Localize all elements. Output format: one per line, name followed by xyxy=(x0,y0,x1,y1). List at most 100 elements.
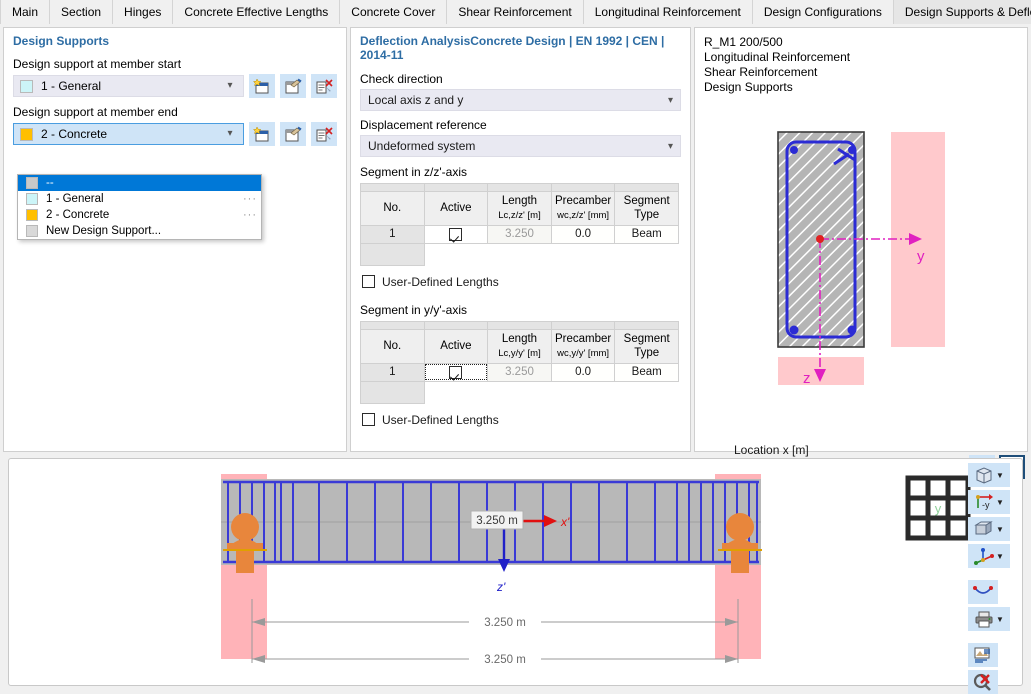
svg-text:-y: -y xyxy=(982,500,990,510)
dropdown-item-label: 2 - Concrete xyxy=(46,209,110,221)
active-checkbox[interactable] xyxy=(449,365,463,379)
new-design-support-start-button[interactable] xyxy=(249,74,275,98)
dropdown-item-ellipsis[interactable]: ··· xyxy=(243,209,257,221)
tab-label: Design Configurations xyxy=(763,5,882,19)
cell-segment-type[interactable]: Beam xyxy=(614,224,679,244)
cell-active[interactable] xyxy=(423,224,489,244)
segment-y-table[interactable]: No. Active Length Lc,y/y' [m] Precamber … xyxy=(360,320,679,404)
member-start-combo[interactable]: 1 - General ▾ xyxy=(13,75,244,97)
edit-design-support-start-button[interactable] xyxy=(280,74,306,98)
panel-title: Design Supports xyxy=(13,34,110,48)
member-end-label: Design support at member end xyxy=(13,105,178,119)
col-header-precamber-unit: wc,z/z' [mm] xyxy=(557,210,610,222)
color-swatch xyxy=(26,177,38,189)
tab-hinges[interactable]: Hinges xyxy=(113,0,174,24)
chevron-down-icon[interactable]: ▼ xyxy=(996,615,1004,624)
tab-design-supports-deflection[interactable]: Design Supports & Deflection xyxy=(893,0,1031,24)
axis-x-label: x' xyxy=(560,515,570,529)
length-tooltip: 3.250 m xyxy=(470,510,524,530)
displacement-reference-combo[interactable]: Undeformed system ▾ xyxy=(360,135,681,157)
model-viewport[interactable]: x' z' 3.250 m 3.250 m 3.250 m y ▼ -y ▼ ▼… xyxy=(8,458,1023,694)
col-header-active: Active xyxy=(423,328,489,364)
dropdown-item-label: 1 - General xyxy=(46,193,104,205)
check-direction-label: Check direction xyxy=(360,72,443,86)
col-header-no: No. xyxy=(360,328,425,364)
title-part-a: Deflection Analysis xyxy=(360,34,471,48)
design-supports-panel: Design Supports Design support at member… xyxy=(3,27,347,452)
chevron-down-icon[interactable]: ▼ xyxy=(996,552,1004,561)
tab-longitudinal-reinforcement[interactable]: Longitudinal Reinforcement xyxy=(583,0,753,24)
view-cube-button[interactable]: ▼ xyxy=(968,463,1010,487)
member-end-combo[interactable]: 2 - Concrete ▾ xyxy=(13,123,244,145)
user-defined-lengths-y-checkbox[interactable] xyxy=(362,413,375,426)
tab-shear-reinforcement[interactable]: Shear Reinforcement xyxy=(447,0,584,24)
render-mode-button[interactable]: ▼ xyxy=(968,517,1010,541)
table-row[interactable]: 1 3.250 0.0 Beam xyxy=(360,362,679,382)
panels-container: Design Supports Design support at member… xyxy=(0,27,1031,483)
beam-model-svg[interactable]: x' z' 3.250 m 3.250 m 3.250 m y xyxy=(9,459,1022,685)
table-empty-row[interactable] xyxy=(360,242,679,266)
segment-z-table[interactable]: No. Active Length Lc,z/z' [m] Precamber … xyxy=(360,183,679,266)
cross-section-drawing[interactable]: y z xyxy=(777,129,997,402)
tab-bar[interactable]: Main Section Hinges Concrete Effective L… xyxy=(0,0,1031,24)
tab-label: Longitudinal Reinforcement xyxy=(594,5,741,19)
section-info-list: R_M1 200/500 Longitudinal Reinforcement … xyxy=(695,28,1027,95)
col-header-length-unit: Lc,z/z' [m] xyxy=(498,210,541,222)
user-defined-lengths-y-label: User-Defined Lengths xyxy=(382,412,499,427)
section-info-line: Design Supports xyxy=(704,80,793,94)
tab-design-configurations[interactable]: Design Configurations xyxy=(752,0,894,24)
cell-active[interactable] xyxy=(423,362,489,382)
delete-design-support-end-button[interactable] xyxy=(311,122,337,146)
print-button[interactable]: ▼ xyxy=(968,607,1010,631)
tab-section[interactable]: Section xyxy=(50,0,114,24)
member-start-value: 1 - General xyxy=(41,79,102,93)
cell-length[interactable]: 3.250 xyxy=(487,224,552,244)
viewport-toolbar[interactable]: ▼ -y ▼ ▼ ▼ ▼ xyxy=(968,463,1020,694)
cell-precamber[interactable]: 0.0 xyxy=(550,362,616,382)
coordinate-axes-button[interactable]: ▼ xyxy=(968,544,1010,568)
chevron-down-icon[interactable]: ▼ xyxy=(996,525,1004,534)
dropdown-item-ellipsis[interactable]: ··· xyxy=(243,193,257,205)
member-end-value: 2 - Concrete xyxy=(41,127,108,141)
close-view-button[interactable] xyxy=(968,670,998,694)
axis-minus-y-button[interactable]: -y ▼ xyxy=(968,490,1010,514)
color-swatch xyxy=(26,225,38,237)
col-header-active: Active xyxy=(423,191,489,226)
cell-precamber[interactable]: 0.0 xyxy=(550,224,616,244)
chevron-down-icon: ▾ xyxy=(227,128,233,139)
edit-design-support-end-button[interactable] xyxy=(280,122,306,146)
tab-concrete-effective-lengths[interactable]: Concrete Effective Lengths xyxy=(173,0,341,24)
rebar xyxy=(790,146,798,154)
user-defined-lengths-z-checkbox[interactable] xyxy=(362,275,375,289)
member-end-row: 2 - Concrete ▾ xyxy=(4,122,346,146)
user-defined-lengths-y-row[interactable]: User-Defined Lengths xyxy=(351,404,690,427)
cell-length[interactable]: 3.250 xyxy=(487,362,552,382)
dropdown-item-new-design-support[interactable]: New Design Support... xyxy=(18,223,261,239)
table-row[interactable]: 1 3.250 0.0 Beam xyxy=(360,224,679,244)
delete-design-support-start-button[interactable] xyxy=(311,74,337,98)
location-label: Location x [m] xyxy=(734,443,809,457)
member-start-label: Design support at member start xyxy=(13,57,182,71)
design-support-dropdown-list[interactable]: -- 1 - General ··· 2 - Concrete ··· New … xyxy=(17,174,262,240)
new-design-support-end-button[interactable] xyxy=(249,122,275,146)
dropdown-item-general[interactable]: 1 - General ··· xyxy=(18,191,261,207)
deformation-button[interactable] xyxy=(968,580,998,604)
dropdown-item-concrete[interactable]: 2 - Concrete ··· xyxy=(18,207,261,223)
tab-main[interactable]: Main xyxy=(0,0,51,24)
snapshot-button[interactable] xyxy=(968,643,998,667)
displacement-reference-value: Undeformed system xyxy=(368,139,476,153)
chevron-down-icon[interactable]: ▼ xyxy=(996,498,1004,507)
table-empty-row[interactable] xyxy=(360,380,679,404)
user-defined-lengths-z-row[interactable]: User-Defined Lengths xyxy=(351,266,690,289)
table-header-row: No. Active Length Lc,y/y' [m] Precamber … xyxy=(360,328,679,364)
toolbar-separator xyxy=(968,634,1020,643)
col-header-segment-type: Segment Type xyxy=(614,328,679,364)
active-checkbox[interactable] xyxy=(449,227,463,241)
check-direction-combo[interactable]: Local axis z and y ▾ xyxy=(360,89,681,111)
col-header-length: Length Lc,z/z' [m] xyxy=(487,191,552,226)
cell-segment-type[interactable]: Beam xyxy=(614,362,679,382)
dropdown-item-none[interactable]: -- xyxy=(18,175,261,191)
chevron-down-icon[interactable]: ▼ xyxy=(996,471,1004,480)
length-tooltip-text: 3.250 m xyxy=(476,515,518,527)
tab-concrete-cover[interactable]: Concrete Cover xyxy=(340,0,448,24)
